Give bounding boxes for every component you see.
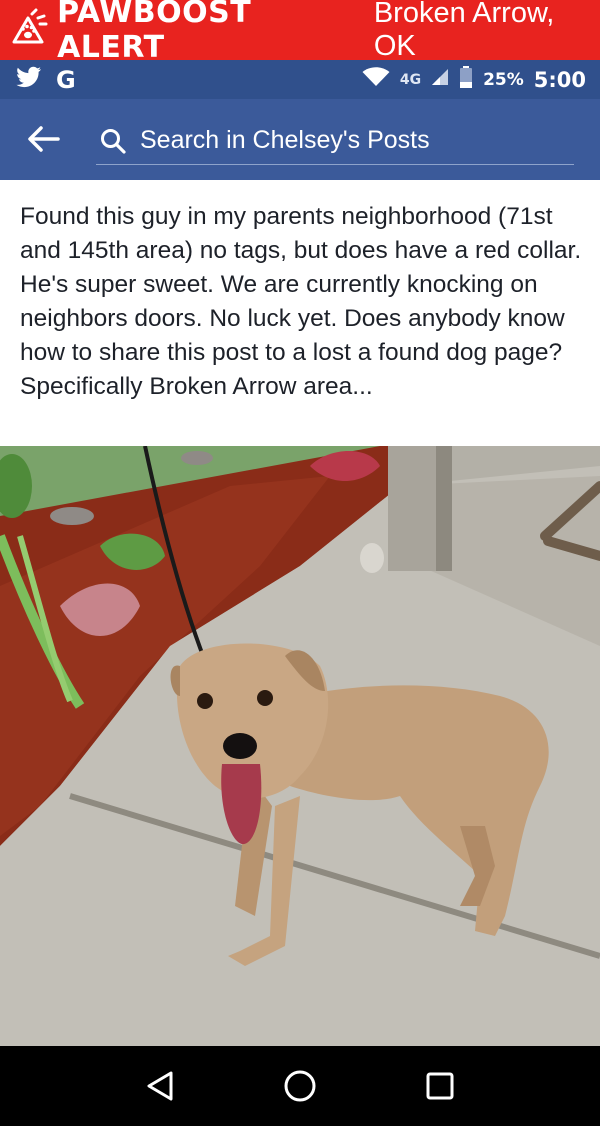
wifi-icon: [362, 67, 390, 92]
back-arrow-icon[interactable]: [26, 123, 66, 155]
search-icon: [100, 128, 126, 154]
search-input[interactable]: [140, 126, 560, 155]
banner-brand: PAWBOOST ALERT: [57, 0, 252, 65]
navigation-bar: [0, 1046, 600, 1126]
post-body: Found this guy in my parents neighborhoo…: [0, 180, 600, 446]
home-icon[interactable]: [270, 1056, 330, 1116]
back-icon[interactable]: [130, 1056, 190, 1116]
status-bar: G 4G 25% 5:00: [0, 60, 600, 99]
clock-time: 5:00: [533, 67, 586, 92]
network-label: 4G: [399, 71, 422, 88]
battery-icon: [459, 66, 473, 93]
pawboost-banner: PAWBOOST ALERT Broken Arrow, OK: [0, 0, 600, 65]
twitter-icon: [16, 66, 42, 93]
dog-photo[interactable]: [0, 446, 600, 1046]
pawboost-logo-icon: [6, 6, 53, 54]
banner-location: Broken Arrow, OK: [373, 0, 555, 62]
recents-icon[interactable]: [410, 1056, 470, 1116]
google-icon: G: [56, 65, 76, 94]
signal-icon: [431, 68, 449, 91]
post-text: Found this guy in my parents neighborhoo…: [20, 203, 582, 400]
search-header: [0, 99, 600, 180]
battery-percent: 25%: [483, 69, 524, 90]
search-bar[interactable]: [96, 117, 574, 165]
